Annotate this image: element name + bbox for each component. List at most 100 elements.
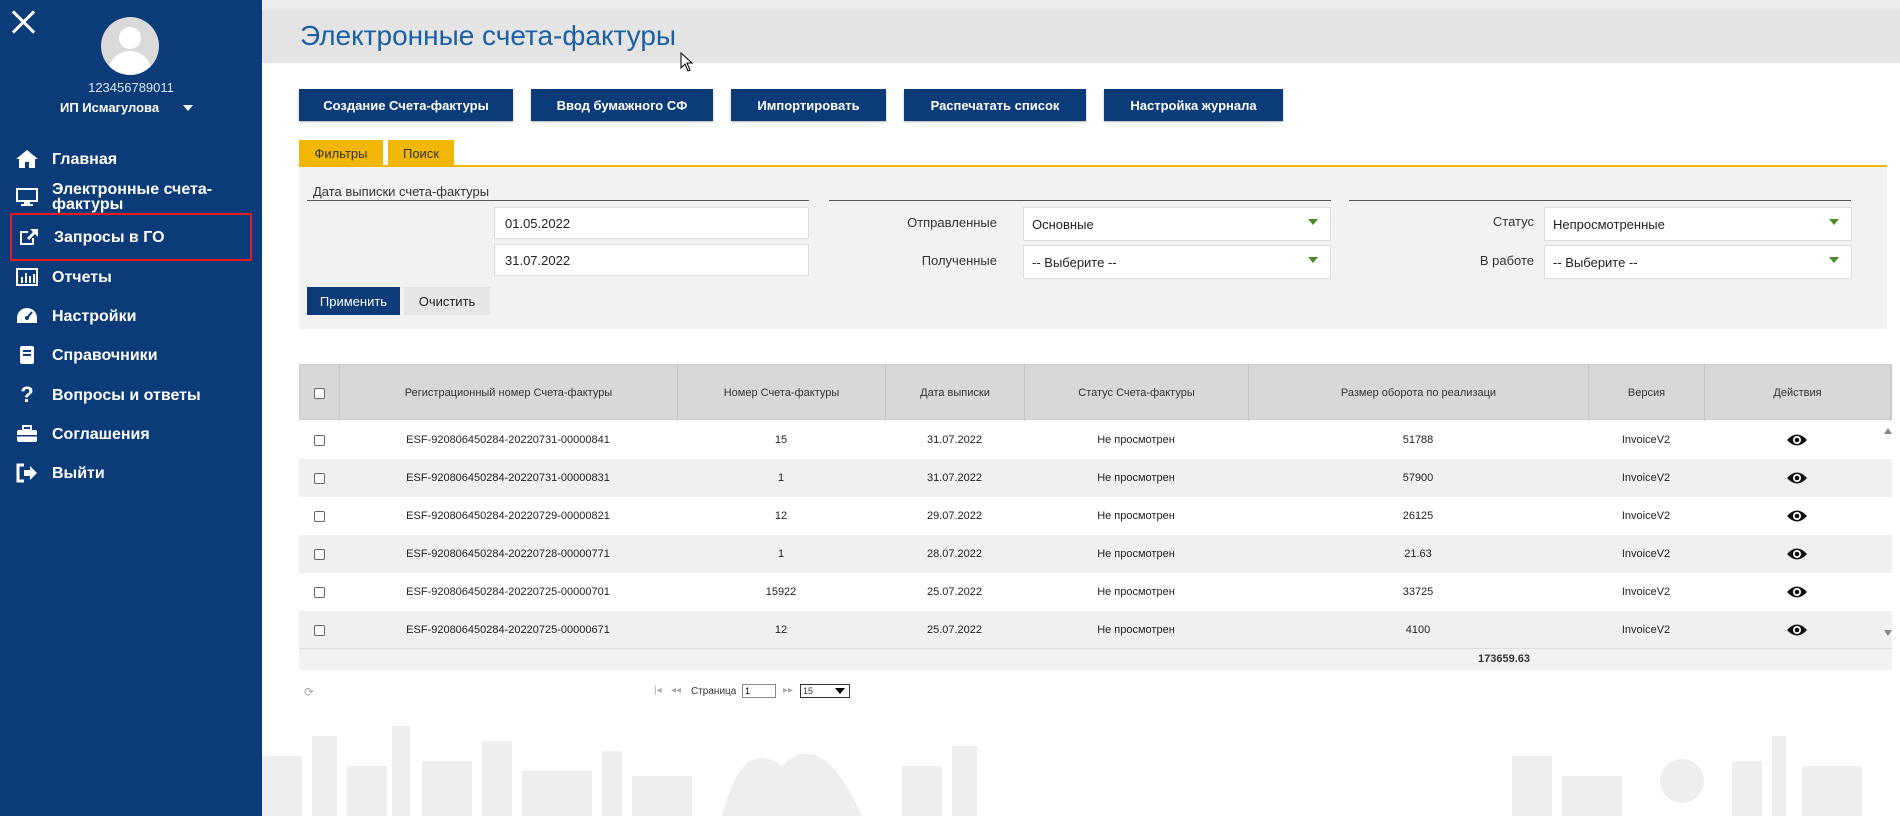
scroll-down-arrow[interactable] (1884, 630, 1892, 636)
sidebar-item-faq[interactable]: ? Вопросы и ответы (14, 378, 250, 412)
row-checkbox-cell (299, 535, 339, 573)
received-label: Полученные (921, 253, 997, 268)
row-checkbox[interactable] (313, 434, 325, 446)
apply-button[interactable]: Применить (307, 287, 400, 315)
sidebar-item-home[interactable]: Главная (14, 142, 250, 176)
date-from-input[interactable] (494, 207, 809, 239)
table-row[interactable]: ESF-920806450284-20220728-00000771 1 28.07… (299, 535, 1892, 573)
tab-filters[interactable]: Фильтры (299, 140, 383, 166)
create-invoice-button[interactable]: Создание Счета-фактуры (299, 89, 513, 121)
page-label: Страница (691, 686, 737, 697)
user-name[interactable]: ИП Исмагулова (60, 100, 159, 115)
cell-status: Не просмотрен (1097, 548, 1175, 560)
column-header[interactable]: Номер Счета-фактуры (678, 365, 886, 421)
sidebar-item-invoices[interactable]: Электронные счета-фактуры (14, 180, 250, 214)
column-header[interactable]: Размер оборота по реализаци (1249, 365, 1589, 421)
page-input[interactable] (742, 684, 776, 698)
external-link-icon (16, 226, 42, 248)
refresh-icon[interactable]: ⟳ (304, 685, 314, 699)
first-page-icon[interactable]: |◂ (654, 685, 662, 696)
row-checkbox-cell (299, 573, 339, 611)
cell-reg: ESF-920806450284-20220728-00000771 (406, 548, 610, 560)
row-checkbox[interactable] (313, 586, 325, 598)
cell-date: 25.07.2022 (926, 624, 983, 636)
cell-amount: 4100 (1405, 624, 1431, 636)
in-work-select-value: -- Выберите -- (1553, 254, 1638, 270)
column-header: Действия (1705, 365, 1891, 421)
eye-icon[interactable] (1786, 509, 1808, 523)
sidebar-item-label: Справочники (52, 346, 158, 364)
skyline-decoration (262, 726, 1862, 816)
sidebar-item-reports[interactable]: Отчеты (14, 260, 250, 294)
cell-num: 12 (774, 510, 788, 522)
row-checkbox-cell (299, 611, 339, 649)
chevron-down-icon[interactable] (183, 105, 193, 111)
sidebar-item-agreements[interactable]: Соглашения (14, 417, 250, 451)
sidebar-item-requests[interactable]: Запросы в ГО (10, 213, 252, 261)
column-header[interactable]: Дата выписки (886, 365, 1025, 421)
page-size-value: 15 (803, 686, 814, 696)
sidebar-item-settings[interactable]: Настройки (14, 299, 250, 333)
cell-date: 31.07.2022 (926, 472, 983, 484)
cell-date: 28.07.2022 (926, 548, 983, 560)
column-header[interactable]: Регистрационный номер Счета-фактуры (340, 365, 678, 421)
eye-icon[interactable] (1786, 623, 1808, 637)
sidebar: 123456789011 ИП Исмагулова Главная Элект… (0, 0, 262, 816)
cell-status: Не просмотрен (1097, 624, 1175, 636)
sidebar-item-logout[interactable]: Выйти (14, 456, 250, 490)
eye-icon[interactable] (1786, 471, 1808, 485)
table-row[interactable]: ESF-920806450284-20220725-00000671 12 25.0… (299, 611, 1892, 649)
table-row[interactable]: ESF-920806450284-20220731-00000831 1 31.07… (299, 459, 1892, 497)
table-row[interactable]: ESF-920806450284-20220729-00000821 12 29.0… (299, 497, 1892, 535)
section-divider (829, 200, 1331, 201)
status-select-value: Непросмотренные (1553, 216, 1665, 232)
date-to-input[interactable] (494, 244, 809, 276)
date-section-title: Дата выписки счета-фактуры (313, 184, 490, 199)
journal-settings-button[interactable]: Настройка журнала (1104, 89, 1283, 121)
cell-actions (1704, 459, 1890, 497)
chevron-down-icon (1308, 257, 1318, 263)
cell-date: 25.07.2022 (926, 586, 983, 598)
scroll-up-arrow[interactable] (1884, 428, 1892, 434)
tab-search[interactable]: Поиск (388, 140, 454, 166)
sidebar-item-directories[interactable]: Справочники (14, 338, 250, 372)
prev-page-icon[interactable]: ◂◂ (671, 685, 681, 696)
row-checkbox[interactable] (313, 624, 325, 636)
sidebar-item-label: Отчеты (52, 268, 112, 286)
clear-button[interactable]: Очистить (404, 287, 490, 315)
cell-version: InvoiceV2 (1621, 548, 1671, 560)
total-amount: 173659.63 (1478, 653, 1530, 665)
select-all-checkbox[interactable] (314, 387, 325, 399)
column-header[interactable]: Версия (1589, 365, 1705, 421)
cell-actions (1704, 573, 1890, 611)
table-row[interactable]: ESF-920806450284-20220725-00000701 15922 2… (299, 573, 1892, 611)
paper-invoice-button[interactable]: Ввод бумажного СФ (531, 89, 713, 121)
page-size-select[interactable]: 15 (800, 684, 850, 698)
column-header[interactable]: Статус Счета-фактуры (1025, 365, 1249, 421)
status-select[interactable]: Непросмотренные (1544, 207, 1852, 241)
cell-amount: 26125 (1402, 510, 1434, 522)
avatar (101, 17, 159, 75)
cell-status: Не просмотрен (1097, 434, 1175, 446)
main-content: Электронные счета-фактуры Создание Счета… (262, 0, 1900, 816)
cell-reg: ESF-920806450284-20220731-00000831 (406, 472, 610, 484)
eye-icon[interactable] (1786, 547, 1808, 561)
book-icon (14, 344, 40, 366)
row-checkbox[interactable] (313, 548, 325, 560)
row-checkbox[interactable] (313, 510, 325, 522)
print-list-button[interactable]: Распечатать список (904, 89, 1086, 121)
close-icon[interactable] (10, 8, 36, 34)
import-button[interactable]: Импортировать (731, 89, 886, 121)
page-title: Электронные счета-фактуры (300, 20, 677, 51)
table-row[interactable]: ESF-920806450284-20220731-00000841 15 31.0… (299, 421, 1892, 459)
cell-reg: ESF-920806450284-20220731-00000841 (406, 434, 610, 446)
cell-amount: 51788 (1402, 434, 1434, 446)
eye-icon[interactable] (1786, 433, 1808, 447)
eye-icon[interactable] (1786, 585, 1808, 599)
in-work-select[interactable]: -- Выберите -- (1544, 245, 1852, 279)
next-page-icon[interactable]: ▸▸ (783, 685, 793, 696)
row-checkbox[interactable] (313, 472, 325, 484)
sent-select[interactable]: Основные (1023, 207, 1331, 241)
cell-date: 31.07.2022 (926, 434, 983, 446)
received-select[interactable]: -- Выберите -- (1023, 245, 1331, 279)
